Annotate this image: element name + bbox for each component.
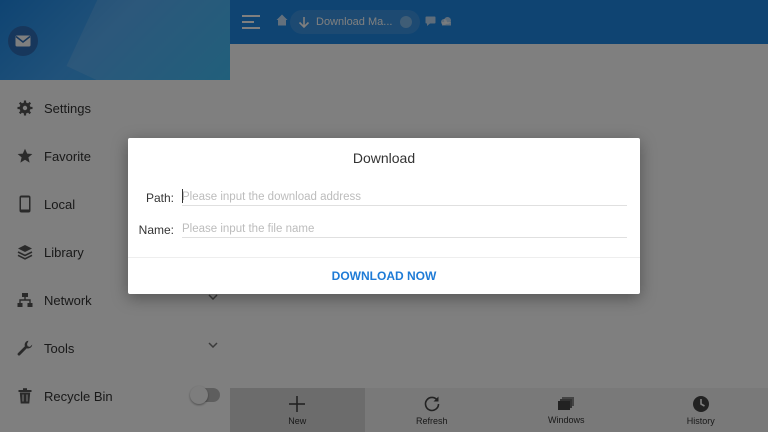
dialog-title: Download	[352, 150, 416, 166]
text-cursor	[182, 189, 183, 203]
name-input[interactable]	[182, 220, 627, 238]
download-now-button[interactable]: DOWNLOAD NOW	[128, 258, 640, 294]
path-label: Path:	[145, 191, 174, 205]
name-label: Name:	[138, 223, 174, 237]
download-dialog: Download Path: Name: DOWNLOAD NOW	[128, 138, 640, 294]
path-input[interactable]	[182, 188, 627, 206]
